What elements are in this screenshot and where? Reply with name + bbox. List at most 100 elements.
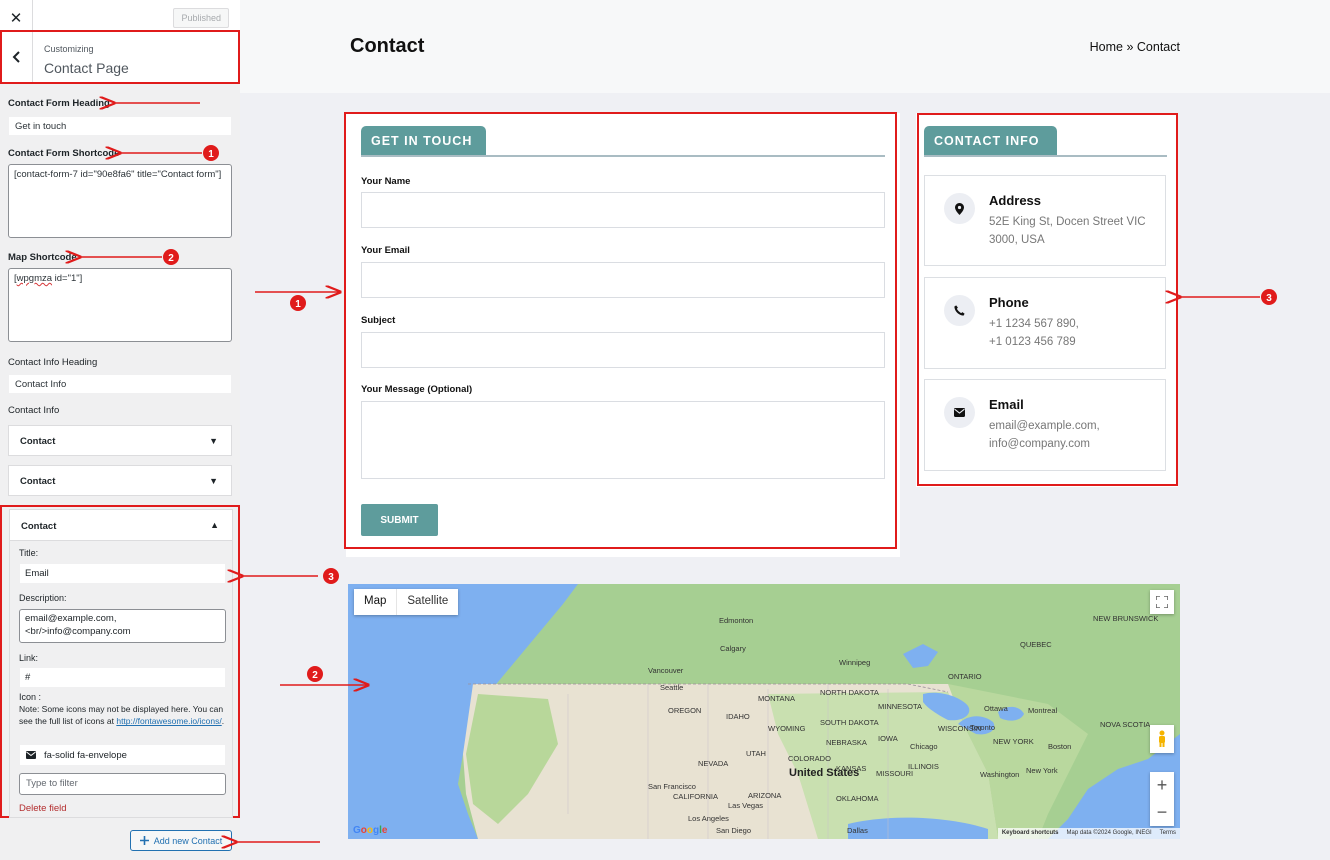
google-map[interactable]: Edmonton Calgary Vancouver Seattle Winni… [348,584,1180,839]
map-label: MONTANA [758,694,795,703]
map-label: Dallas [847,826,868,835]
map-label: Ottawa [984,704,1008,713]
street-view-pegman-icon[interactable] [1150,725,1174,753]
map-shortcode-textarea[interactable]: [wpgmza id="1"] [8,268,232,342]
map-label: NOVA SCOTIA [1100,720,1151,729]
description-label: Description: [19,593,67,603]
section-title: Contact Page [44,60,129,76]
envelope-icon [26,751,36,759]
page-header: Contact Home » Contact [240,0,1330,93]
repeater-item-body: Title: Email Description: email@example.… [9,541,233,818]
map-label: Winnipeg [839,658,871,667]
repeater-item-label: Contact [21,521,57,532]
contact-form-shortcode-textarea[interactable]: [contact-form-7 id="90e8fa6" title="Cont… [8,164,232,238]
map-label: NEW YORK [993,737,1034,746]
info-heading: CONTACT INFO [924,126,1057,156]
add-new-contact-button[interactable]: Add new Contact [130,830,232,851]
map-label: Edmonton [719,616,754,625]
map-label: Vancouver [648,666,684,675]
subject-input[interactable] [361,332,885,368]
form-heading: GET IN TOUCH [361,126,486,156]
map-label: ONTARIO [948,672,982,681]
map-label: CALIFORNIA [673,792,719,801]
info-line: +1 1234 567 890, [989,318,1079,330]
page-title: Contact [350,35,425,57]
title-input[interactable]: Email [19,563,226,584]
icon-label: Icon : [19,692,42,702]
icon-filter-input[interactable]: Type to filter [19,773,226,795]
map-label: UTAH [746,749,766,758]
map-label: OREGON [668,706,702,715]
map-label: MISSOURI [876,769,914,778]
customizer-panel: ✕ Published Customizing Contact Page Con… [0,0,240,860]
terms-link[interactable]: Terms [1160,830,1176,837]
breadcrumb-home-link[interactable]: Home [1090,40,1123,54]
info-text: 52E King St, Docen Street VIC 3000, USA [989,214,1146,250]
zoom-out-icon[interactable]: − [1157,799,1168,826]
description-line: email@example.com, [25,613,117,624]
name-input[interactable] [361,192,885,228]
email-input[interactable] [361,262,885,298]
map-label: Seattle [660,683,684,692]
info-line: +1 0123 456 789 [989,335,1076,348]
fullscreen-icon[interactable] [1150,590,1174,614]
caret-down-icon: ▼ [209,436,218,446]
map-label: Calgary [720,644,746,653]
repeater-item-label: Contact [20,436,56,447]
map-label: KANSAS [836,764,867,773]
link-input[interactable]: # [19,667,226,688]
map-label: NEW BRUNSWICK [1093,614,1159,623]
published-button[interactable]: Published [173,8,229,28]
map-label: IDAHO [726,712,750,721]
field-label: Subject [361,315,396,326]
contact-form-heading-label: Contact Form Heading [8,98,110,109]
satellite-tab[interactable]: Satellite [396,589,458,615]
back-chevron-icon[interactable] [2,32,33,82]
breadcrumb-separator: » [1123,40,1137,54]
page: ✕ Published Customizing Contact Page Con… [0,0,1330,860]
description-textarea[interactable]: email@example.com, <br/>info@company.com [19,609,226,643]
delete-field-link[interactable]: Delete field [19,803,67,814]
contact-info-card: CONTACT INFO Address 52E King St, Docen … [916,113,1178,487]
map-tab[interactable]: Map [354,589,396,615]
map-label: Las Vegas [728,801,764,810]
keyboard-shortcuts-link[interactable]: Keyboard shortcuts [1002,830,1059,837]
repeater-item-open: Contact ▲ Title: Email Description: emai… [0,505,240,818]
info-line: info@company.com [989,437,1090,450]
repeater-item-header[interactable]: Contact ▲ [9,509,233,541]
breadcrumb: Home » Contact [1090,40,1180,54]
info-title: Email [989,397,1024,412]
map-data-text: Map data ©2024 Google, INEGI [1066,830,1152,836]
submit-button[interactable]: SUBMIT [361,504,438,536]
phone-icon [944,295,975,326]
google-logo: Google [353,825,388,836]
map-label: SOUTH DAKOTA [820,718,879,727]
info-title: Address [989,193,1042,208]
link-label: Link: [19,653,39,663]
section-title-bar: Customizing Contact Page [0,30,240,84]
repeater-item-contact[interactable]: Contact ▼ [8,425,232,456]
map-label: NEVADA [698,759,729,768]
contact-info-label: Contact Info [8,405,60,416]
map-pin-icon [944,193,975,224]
map-label: ARIZONA [748,791,782,800]
info-line: 3000, USA [989,233,1045,246]
zoom-in-icon[interactable]: + [1157,772,1168,799]
zoom-control: + − [1150,772,1174,826]
repeater-item-contact[interactable]: Contact ▼ [8,465,232,496]
map-label: COLORADO [788,754,831,763]
contact-info-heading-input[interactable]: Contact Info [8,374,232,394]
message-textarea[interactable] [361,401,885,479]
map-label: IOWA [878,734,898,743]
contact-form-heading-input[interactable]: Get in touch [8,116,232,136]
map-attribution: Keyboard shortcuts Map data ©2024 Google… [997,828,1180,839]
info-line: 52E King St, Docen Street VIC [989,216,1146,228]
selected-icon-row[interactable]: fa-solid fa-envelope [19,744,226,766]
add-button-label: Add new Contact [153,835,223,846]
plus-icon [139,836,149,845]
map-shortcode-label: Map Shortcode [8,252,77,263]
map-label: QUEBEC [1020,640,1052,649]
fontawesome-link[interactable]: http://fontawesome.io/icons/ [116,716,221,726]
phone-box: Phone +1 1234 567 890, +1 0123 456 789 [924,277,1166,369]
map-label: Los Angeles [688,814,729,823]
